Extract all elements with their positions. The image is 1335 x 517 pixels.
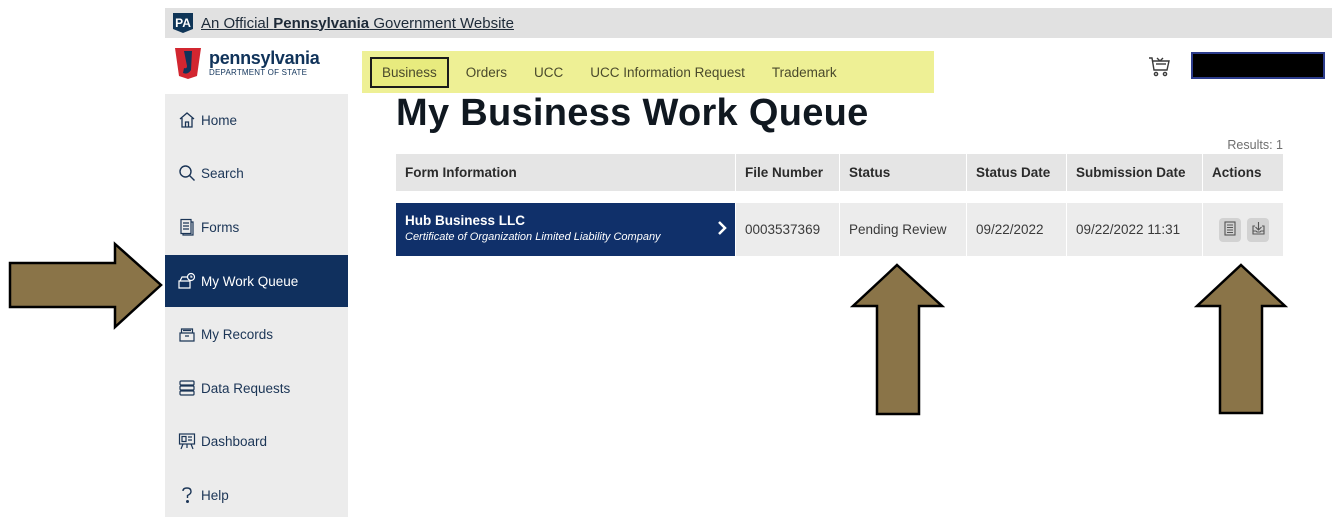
annotation-arrow-up-status-icon — [850, 263, 945, 416]
database-icon — [177, 378, 197, 398]
sidebar: Home Search Forms My Work Queue My Recor… — [165, 94, 348, 517]
banner-state: Pennsylvania — [273, 14, 370, 32]
sidebar-item-forms[interactable]: Forms — [165, 201, 348, 253]
home-icon — [177, 110, 197, 130]
banner-prefix: An Official — [201, 14, 274, 32]
records-icon — [177, 324, 197, 344]
topnav-ucc[interactable]: UCC — [524, 59, 573, 86]
sidebar-item-help[interactable]: Help — [165, 469, 348, 517]
logo-subtitle: DEPARTMENT OF STATE — [209, 68, 308, 77]
screen: PA An Official Pennsylvania Government W… — [0, 0, 1335, 517]
sidebar-item-data-requests[interactable]: Data Requests — [165, 362, 348, 414]
table-row-form-info[interactable]: Hub Business LLC Certificate of Organiza… — [396, 203, 736, 256]
sidebar-item-label: My Records — [201, 326, 274, 342]
sidebar-item-label: Search — [201, 165, 244, 181]
sidebar-item-home[interactable]: Home — [165, 94, 348, 146]
help-icon — [177, 485, 197, 505]
search-icon — [177, 163, 197, 183]
download-icon — [1251, 221, 1266, 239]
topnav-business[interactable]: Business — [370, 56, 449, 88]
topnav-ucc-information-request[interactable]: UCC Information Request — [580, 59, 755, 86]
site-header: pennsylvania DEPARTMENT OF STATE Busines… — [165, 38, 1332, 94]
form-description: Certificate of Organization Limited Liab… — [405, 231, 661, 243]
chevron-right-icon — [717, 220, 727, 239]
annotation-arrow-up-actions-icon — [1194, 263, 1288, 415]
banner-suffix: Government Website — [369, 14, 514, 32]
topnav-trademark[interactable]: Trademark — [762, 59, 847, 86]
download-button[interactable] — [1247, 217, 1269, 242]
sidebar-item-label: Help — [201, 487, 229, 503]
column-header-file-number[interactable]: File Number — [736, 154, 840, 191]
page-title: My Business Work Queue — [396, 92, 869, 134]
dashboard-icon — [177, 431, 197, 451]
logo-name: pennsylvania — [209, 48, 320, 68]
view-document-button[interactable] — [1219, 217, 1241, 242]
form-name: Hub Business LLC — [405, 213, 526, 228]
sidebar-item-label: Forms — [201, 219, 240, 235]
sidebar-item-search[interactable]: Search — [165, 147, 348, 199]
document-icon — [1224, 220, 1236, 239]
sidebar-item-label: Data Requests — [201, 380, 291, 396]
submission-date-cell: 09/22/2022 11:31 — [1067, 203, 1203, 256]
column-header-status-date[interactable]: Status Date — [967, 154, 1067, 191]
status-cell: Pending Review — [840, 203, 967, 256]
pa-keystone-icon: PA — [173, 13, 193, 33]
sidebar-item-label: My Work Queue — [201, 273, 299, 289]
forms-icon — [177, 217, 197, 237]
results-count: Results: 1 — [1227, 138, 1283, 152]
sidebar-item-my-records[interactable]: My Records — [165, 308, 348, 360]
file-number-cell: 0003537369 — [736, 203, 840, 256]
top-navigation: Business Orders UCC UCC Information Requ… — [362, 51, 934, 93]
sidebar-item-dashboard[interactable]: Dashboard — [165, 415, 348, 467]
keystone-logo-icon — [173, 46, 203, 80]
sidebar-item-label: Home — [201, 112, 238, 128]
status-date-cell: 09/22/2022 — [967, 203, 1067, 256]
actions-cell — [1203, 203, 1283, 256]
account-menu-redacted[interactable] — [1191, 52, 1325, 79]
annotation-arrow-right-icon — [8, 241, 163, 330]
pa-dos-logo[interactable]: pennsylvania DEPARTMENT OF STATE — [173, 46, 320, 80]
column-header-submission-date[interactable]: Submission Date — [1067, 154, 1203, 191]
sidebar-item-label: Dashboard — [201, 433, 268, 449]
topnav-orders[interactable]: Orders — [456, 59, 517, 86]
column-header-status[interactable]: Status — [840, 154, 967, 191]
column-header-actions: Actions — [1203, 154, 1283, 191]
official-site-link[interactable]: An Official Pennsylvania Government Webs… — [201, 15, 514, 32]
cart-icon[interactable] — [1148, 56, 1172, 78]
work-queue-icon — [177, 271, 197, 291]
column-header-form-information[interactable]: Form Information — [396, 154, 736, 191]
sidebar-item-my-work-queue[interactable]: My Work Queue — [165, 255, 348, 307]
official-site-banner: PA An Official Pennsylvania Government W… — [165, 8, 1332, 38]
